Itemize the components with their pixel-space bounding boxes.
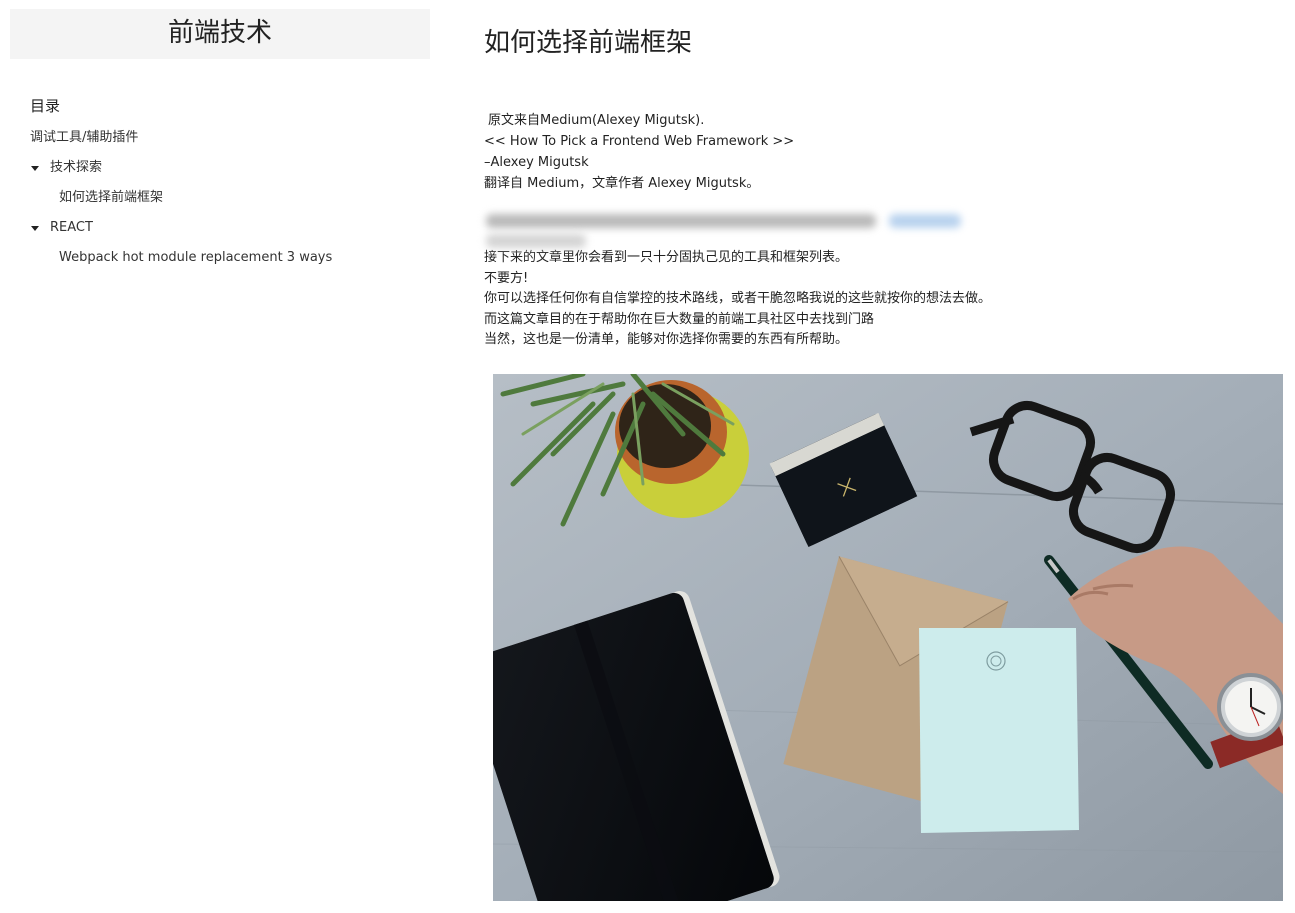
note-card: [919, 628, 1079, 833]
intro-source-line: 原文来自Medium(Alexey Migutsk).: [488, 113, 705, 128]
article-photo: [493, 374, 1283, 901]
site-title[interactable]: 前端技术: [10, 9, 430, 59]
toc-item-label[interactable]: 调试工具/辅助插件: [30, 130, 138, 145]
toc-heading: 目录: [30, 97, 61, 115]
article-title: 如何选择前端框架: [484, 28, 693, 58]
toc-item-label[interactable]: Webpack hot module replacement 3 ways: [59, 250, 332, 265]
table-of-contents: 目录 调试工具/辅助插件 技术探索 如何选择前端框架 REACT Webpack…: [10, 95, 430, 278]
toc-group-react[interactable]: REACT: [30, 218, 430, 248]
article-intro: 原文来自Medium(Alexey Migutsk). << How To Pi…: [484, 110, 1284, 194]
paragraph: 你可以选择任何你有自信掌控的技术路线，或者干脆忽略我说的这些就按你的想法去做。: [484, 291, 992, 306]
caret-down-icon[interactable]: [31, 226, 39, 231]
toc-item-debug-tools[interactable]: 调试工具/辅助插件: [30, 128, 430, 158]
blurred-content: [484, 210, 1284, 248]
toc-item-label[interactable]: 如何选择前端框架: [59, 190, 163, 205]
toc-group-label[interactable]: 技术探索: [50, 158, 102, 178]
toc-item-how-to-choose-framework[interactable]: 如何选择前端框架: [30, 188, 430, 218]
paragraph: 而这篇文章目的在于帮助你在巨大数量的前端工具社区中去找到门路: [484, 311, 875, 327]
toc-group-tech-explore[interactable]: 技术探索: [30, 158, 430, 188]
sidebar: 前端技术 目录 调试工具/辅助插件 技术探索 如何选择前端框架 REACT We…: [10, 9, 430, 278]
toc-group-label[interactable]: REACT: [50, 218, 93, 238]
article-body: 接下来的文章里你会看到一只十分固执己见的工具和框架列表。 不要方! 你可以选择任…: [484, 248, 1284, 351]
paragraph: 当然，这也是一份清单，能够对你选择你需要的东西有所帮助。: [484, 332, 849, 347]
intro-author: –Alexey Migutsk: [484, 155, 589, 170]
paragraph: 不要方!: [484, 270, 529, 286]
caret-down-icon[interactable]: [31, 166, 39, 171]
toc-item-webpack-hmr[interactable]: Webpack hot module replacement 3 ways: [30, 248, 430, 278]
intro-original-title: << How To Pick a Frontend Web Framework …: [484, 134, 795, 149]
article: 如何选择前端框架 原文来自Medium(Alexey Migutsk). << …: [484, 0, 1284, 901]
paragraph: 接下来的文章里你会看到一只十分固执己见的工具和框架列表。: [484, 250, 849, 265]
desk-illustration: [493, 374, 1283, 901]
intro-translation-note: 翻译自 Medium，文章作者 Alexey Migutsk。: [484, 176, 760, 191]
